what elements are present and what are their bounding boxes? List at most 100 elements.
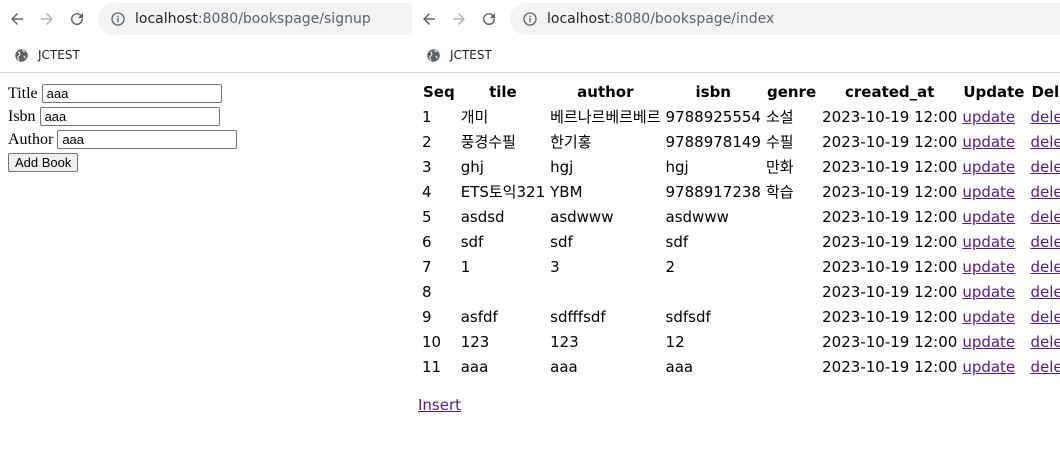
table-row: 3 ghj hgj hgj 만화 2023-10-19 12:00update delete — [421, 155, 1060, 178]
reload-button[interactable] — [476, 6, 502, 32]
table-row: 4 ETS토익321 YBM 9788917238 학습 2023-10-19 12:00… — [421, 180, 1060, 203]
forward-button[interactable] — [34, 6, 60, 32]
cell-isbn: 9788917238 — [665, 182, 761, 201]
arrow-left-icon — [11, 13, 23, 25]
delete-cell: delete — [1029, 130, 1060, 153]
update-link[interactable]: update — [962, 283, 1015, 301]
cell-title — [460, 280, 546, 303]
reload-button[interactable] — [64, 6, 90, 32]
cell-title: 123 — [460, 332, 490, 351]
cell-genre — [765, 255, 818, 278]
author-label: Author — [8, 130, 54, 148]
add-book-button[interactable]: Add Book — [8, 153, 79, 172]
delete-cell: delete — [1029, 355, 1060, 378]
cell-title: sdf — [460, 232, 484, 251]
insert-link[interactable]: Insert — [418, 396, 461, 414]
cell-title: 1 — [460, 257, 471, 276]
delete-link[interactable]: delete — [1030, 358, 1060, 376]
cell-author: sdf — [550, 232, 573, 251]
update-link[interactable]: update — [962, 108, 1015, 126]
bookmark-jctest[interactable]: JCTEST — [38, 48, 80, 62]
update-link[interactable]: update — [962, 208, 1015, 226]
delete-link[interactable]: delete — [1030, 208, 1060, 226]
cell-genre — [765, 280, 818, 303]
delete-link[interactable]: delete — [1030, 133, 1060, 151]
table-row: 11 aaa aaa aaa 2023-10-19 12:00update delete — [421, 355, 1060, 378]
cell-title: 풍경수필 — [460, 133, 516, 151]
update-link[interactable]: update — [962, 333, 1015, 351]
cell-isbn: 2 — [665, 257, 676, 276]
isbn-input[interactable] — [39, 107, 220, 126]
update-link[interactable]: update — [962, 233, 1015, 251]
cell-author: sdfffsdf — [550, 307, 606, 326]
arrow-left-icon — [423, 13, 435, 25]
forward-button[interactable] — [446, 6, 472, 32]
reload-icon — [483, 13, 496, 26]
cell-created-at: 2023-10-19 12:00 — [822, 232, 958, 251]
title-row: Title — [8, 82, 237, 105]
url-path: :8080/bookspage/index — [609, 11, 775, 27]
delete-link[interactable]: delete — [1030, 108, 1060, 126]
update-link[interactable]: update — [962, 158, 1015, 176]
update-link[interactable]: update — [962, 258, 1015, 276]
delete-cell: delete — [1029, 330, 1060, 353]
cell-title: asdsd — [460, 207, 505, 226]
header-delete: Delete — [1031, 82, 1060, 101]
cell-title: ghj — [460, 157, 484, 176]
delete-link[interactable]: delete — [1030, 283, 1060, 301]
update-cell: update — [961, 330, 1026, 353]
address-bar[interactable]: localhost:8080/bookspage/index — [510, 3, 1060, 35]
author-row: Author — [8, 128, 238, 151]
cell-created-at: 2023-10-19 12:00 — [822, 157, 958, 176]
globe-icon — [427, 48, 440, 62]
bookmarks-bar: JCTEST — [0, 38, 412, 73]
bookmark-jctest[interactable]: JCTEST — [450, 48, 492, 62]
update-link[interactable]: update — [962, 358, 1015, 376]
cell-seq: 4 — [422, 182, 432, 201]
cell-isbn: aaa — [665, 357, 694, 376]
delete-link[interactable]: delete — [1030, 308, 1060, 326]
delete-link[interactable]: delete — [1030, 158, 1060, 176]
arrow-right-icon — [453, 13, 465, 25]
header-update: Update — [963, 82, 1025, 101]
cell-created-at: 2023-10-19 12:00 — [822, 307, 958, 326]
header-title: tile — [489, 82, 517, 101]
back-button[interactable] — [4, 6, 30, 32]
cell-created-at: 2023-10-19 12:00 — [822, 332, 958, 351]
cell-isbn: hgj — [665, 157, 689, 176]
delete-link[interactable]: delete — [1030, 333, 1060, 351]
back-button[interactable] — [416, 6, 442, 32]
header-seq: Seq — [423, 82, 455, 101]
info-circle-icon[interactable] — [522, 11, 538, 27]
update-cell: update — [961, 205, 1026, 228]
cell-isbn: 9788978149 — [665, 132, 761, 151]
globe-icon — [15, 48, 28, 62]
table-row: 10 123 123 12 2023-10-19 12:00update delete — [421, 330, 1060, 353]
author-input[interactable] — [57, 130, 238, 149]
update-cell: update — [961, 155, 1026, 178]
update-cell: update — [961, 130, 1026, 153]
cell-isbn: 9788925554 — [665, 107, 761, 126]
delete-cell: delete — [1029, 255, 1060, 278]
cell-isbn: 12 — [665, 332, 685, 351]
cell-isbn: sdf — [665, 232, 689, 251]
delete-link[interactable]: delete — [1030, 183, 1060, 201]
delete-cell: delete — [1029, 230, 1060, 253]
info-circle-icon[interactable] — [110, 11, 126, 27]
arrow-right-icon — [41, 13, 53, 25]
update-cell: update — [961, 355, 1026, 378]
cell-author: asdwww — [550, 207, 614, 226]
add-book-form: Title Isbn Author Add Book — [8, 82, 238, 172]
address-bar[interactable]: localhost:8080/bookspage/signup — [98, 3, 412, 35]
update-link[interactable]: update — [962, 133, 1015, 151]
cell-genre: 수필 — [765, 133, 794, 151]
update-link[interactable]: update — [962, 308, 1015, 326]
cell-seq: 3 — [422, 157, 432, 176]
delete-link[interactable]: delete — [1030, 233, 1060, 251]
delete-link[interactable]: delete — [1030, 258, 1060, 276]
cell-seq: 7 — [422, 257, 432, 276]
title-input[interactable] — [41, 84, 222, 103]
update-cell: update — [961, 305, 1026, 328]
update-link[interactable]: update — [962, 183, 1015, 201]
cell-genre: 학습 — [765, 183, 794, 201]
